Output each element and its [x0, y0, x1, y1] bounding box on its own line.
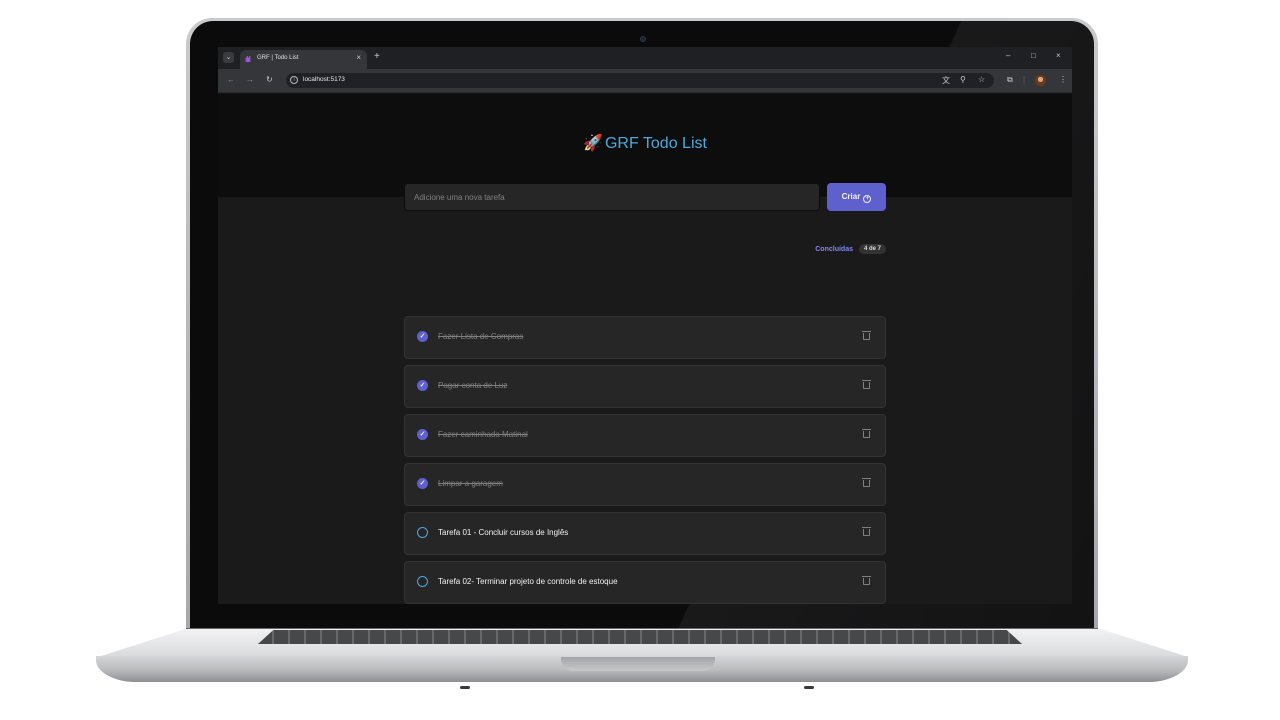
bookmark-star-icon[interactable]: ☆ [978, 75, 985, 84]
app-title: GRF Todo List [604, 135, 707, 152]
task-item[interactable]: ✓ Pagar conta de Luz [404, 365, 886, 408]
window-close-icon[interactable]: × [1056, 51, 1061, 60]
checked-circle-icon[interactable]: ✓ [417, 380, 428, 391]
task-text: Limpar a garagem [438, 479, 503, 488]
browser-toolbar: ← → ↻ i localhost:5173 文 ⚲ ☆ ⧉ | ⋮ [218, 69, 1072, 93]
new-tab-button[interactable]: + [374, 51, 380, 62]
address-bar[interactable]: i localhost:5173 文 ⚲ ☆ [286, 73, 994, 88]
tab-title: GRF | Todo List [257, 55, 299, 61]
profile-avatar[interactable] [1035, 75, 1046, 86]
trash-icon[interactable] [862, 330, 871, 341]
trash-icon[interactable] [862, 477, 871, 488]
address-url: localhost:5173 [303, 76, 345, 83]
keyboard-edge [258, 630, 1022, 644]
back-arrow-icon[interactable]: ← [227, 75, 235, 84]
browser-tab-active[interactable]: ılıl GRF | Todo List × [240, 50, 367, 69]
minimize-icon[interactable]: – [1006, 51, 1010, 60]
forward-arrow-icon[interactable]: → [246, 75, 254, 84]
unchecked-circle-icon[interactable] [417, 527, 428, 538]
maximize-icon[interactable]: □ [1031, 51, 1036, 60]
completed-badge: 4 de 7 [858, 244, 886, 254]
webcam [640, 36, 646, 42]
trackpad-notch [561, 657, 715, 671]
checked-circle-icon[interactable]: ✓ [417, 429, 428, 440]
task-item[interactable]: ✓ Limpar a garagem [404, 463, 886, 506]
translate-icon[interactable]: 文 [942, 75, 950, 86]
checked-circle-icon[interactable]: ✓ [417, 331, 428, 342]
trash-icon[interactable] [862, 575, 871, 586]
extensions-icon[interactable]: ⧉ [1007, 75, 1013, 85]
task-text: Fazer caminhada Matinal [438, 430, 528, 439]
task-item[interactable]: Tarefa 02- Terminar projeto de controle … [404, 561, 886, 604]
trash-icon[interactable] [862, 526, 871, 537]
create-button-label: Criar [841, 191, 861, 201]
rocket-icon: 🚀 [583, 135, 603, 152]
menu-kebab-icon[interactable]: ⋮ [1059, 75, 1067, 84]
chart-favicon-icon: ılıl [245, 55, 251, 64]
plus-circle-icon: + [863, 194, 872, 203]
app-logo: 🚀 GRF Todo List [218, 133, 1072, 153]
todo-page: 🚀GRF Todo List Criar+ Concluídas 4 de 7 … [218, 94, 1072, 604]
new-task-input[interactable] [404, 183, 820, 211]
toolbar-divider: | [1023, 75, 1026, 84]
tab-close-icon[interactable]: × [356, 53, 361, 62]
create-task-button[interactable]: Criar + [827, 183, 886, 211]
site-info-icon[interactable]: i [290, 76, 298, 84]
task-item[interactable]: ✓ Fazer Lista de Compras [404, 316, 886, 359]
laptop-foot-left [460, 686, 470, 689]
laptop-screen: ⌄ ılıl GRF | Todo List × + – □ × ← → ↻ i… [218, 47, 1072, 604]
zoom-icon[interactable]: ⚲ [960, 75, 966, 84]
task-item[interactable]: Tarefa 01 - Concluir cursos de Inglês [404, 512, 886, 555]
tab-search-chevron-icon[interactable]: ⌄ [223, 52, 234, 63]
completed-label: Concluídas [815, 245, 853, 253]
task-text: Tarefa 02- Terminar projeto de controle … [438, 577, 618, 586]
trash-icon[interactable] [862, 428, 871, 439]
reload-icon[interactable]: ↻ [266, 75, 273, 84]
task-list: ✓ Fazer Lista de Compras ✓ Pagar conta de L… [404, 316, 886, 604]
task-text: Tarefa 01 - Concluir cursos de Inglês [438, 528, 569, 537]
unchecked-circle-icon[interactable] [417, 576, 428, 587]
task-text: Fazer Lista de Compras [438, 332, 524, 341]
task-item[interactable]: ✓ Fazer caminhada Matinal [404, 414, 886, 457]
completed-counter: Concluídas 4 de 7 [815, 244, 886, 254]
laptop-foot-right [804, 686, 814, 689]
trash-icon[interactable] [862, 379, 871, 390]
checked-circle-icon[interactable]: ✓ [417, 478, 428, 489]
app-header: 🚀 GRF Todo List [218, 94, 1072, 197]
task-text: Pagar conta de Luz [438, 381, 508, 390]
browser-tabstrip: ⌄ ılıl GRF | Todo List × + – □ × [218, 47, 1072, 69]
